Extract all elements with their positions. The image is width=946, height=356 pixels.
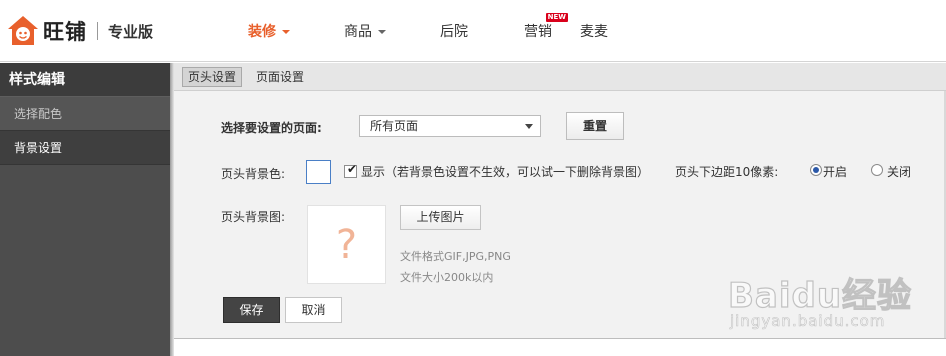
header-bg-color-label: 页头背景色:: [221, 167, 286, 181]
caret-down-icon: [378, 29, 386, 34]
checkmark-icon: ✔: [347, 162, 358, 176]
nav-item-label: 商品: [344, 24, 372, 40]
brand-divider: [97, 22, 98, 40]
nav-item-label: 麦麦: [580, 24, 608, 40]
main-nav: 装修 商品 后院 营销 NEW 麦麦: [230, 0, 626, 62]
tab-page-settings[interactable]: 页面设置: [250, 67, 310, 87]
sidebar-item-color-scheme[interactable]: 选择配色: [0, 97, 170, 131]
nav-item-marketing[interactable]: 营销 NEW: [506, 13, 570, 41]
background-image-preview: ?: [307, 205, 386, 284]
brand-name: 旺铺: [43, 20, 87, 44]
watermark-url: jingyan.baidu.com: [730, 312, 886, 331]
sidebar-item-background[interactable]: 背景设置: [0, 131, 170, 165]
radio-disable[interactable]: [871, 164, 883, 176]
nav-item-decorate[interactable]: 装修: [230, 21, 308, 41]
radio-enable[interactable]: [810, 164, 822, 176]
nav-item-label: 营销: [524, 24, 552, 40]
brand-edition: 专业版: [108, 22, 154, 41]
nav-item-label: 装修: [248, 24, 276, 40]
nav-item-products[interactable]: 商品: [326, 21, 404, 41]
radio-enable-label: 开启: [823, 165, 848, 179]
file-size-hint: 文件大小200k以内: [400, 271, 494, 284]
cancel-button[interactable]: 取消: [285, 297, 342, 323]
page-select[interactable]: 所有页面: [359, 115, 541, 137]
nav-item-backyard[interactable]: 后院: [422, 21, 486, 41]
show-checkbox-label: 显示（若背景色设置不生效，可以试一下删除背景图）: [361, 165, 650, 179]
tab-header-settings[interactable]: 页头设置: [182, 66, 243, 87]
radio-disable-label: 关闭: [887, 165, 912, 179]
sidebar-title: 样式编辑: [0, 63, 170, 97]
nav-item-maimai[interactable]: 麦麦: [562, 21, 626, 41]
page-select-value: 所有页面: [370, 119, 419, 133]
show-background-checkbox[interactable]: ✔: [344, 162, 358, 178]
nav-item-label: 后院: [440, 24, 468, 40]
bottom-margin-label: 页头下边距10像素:: [675, 165, 779, 179]
header-bg-image-label: 页头背景图:: [221, 210, 286, 224]
baidu-watermark: Baidu经验 jingyan.baidu.com: [727, 252, 938, 352]
page-select-label: 选择要设置的页面:: [221, 121, 322, 135]
upload-image-button[interactable]: 上传图片: [400, 205, 481, 230]
reset-button[interactable]: 重置: [566, 112, 624, 140]
file-format-hint: 文件格式GIF,JPG,PNG: [400, 250, 511, 263]
save-button[interactable]: 保存: [223, 297, 280, 323]
watermark-main: Baidu经验: [727, 275, 913, 316]
dropdown-arrow-icon: [525, 124, 533, 129]
settings-tabs: 页头设置 页面设置: [174, 63, 946, 91]
brand-logo[interactable]: 旺铺 专业版: [6, 14, 153, 48]
image-placeholder-icon: ?: [335, 222, 358, 268]
top-navigation-bar: 旺铺 专业版 装修 商品 后院 营销 NEW 麦麦: [0, 0, 946, 62]
color-picker-swatch[interactable]: [306, 160, 331, 184]
sidebar: 样式编辑 选择配色 背景设置: [0, 63, 170, 356]
shop-house-logo-icon: [6, 14, 40, 48]
caret-down-icon: [282, 29, 290, 34]
